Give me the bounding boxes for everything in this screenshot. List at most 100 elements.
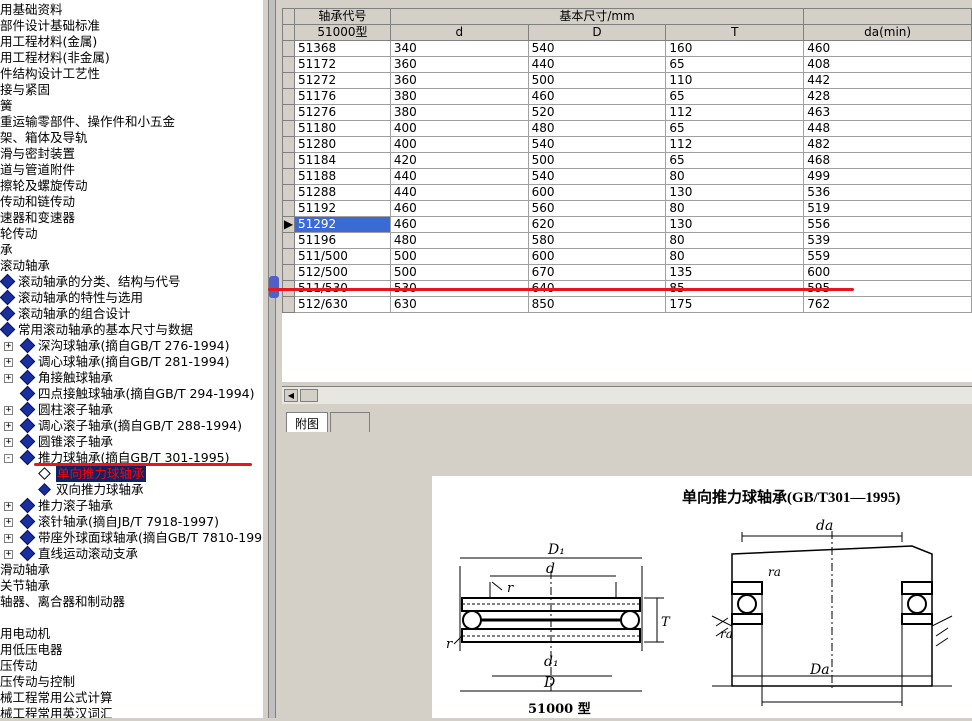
expand-icon[interactable]: + [4,550,13,559]
table-cell[interactable]: 460 [389,216,529,233]
table-cell[interactable]: 51172 [293,56,391,73]
table-cell[interactable]: 51368 [293,40,391,57]
table-cell[interactable]: 762 [803,296,972,313]
table-row[interactable]: 51288 440 600 130 536 [282,184,972,201]
table-row[interactable]: 51176 380 460 65 428 [282,88,972,105]
table-cell[interactable]: 340 [389,40,529,57]
tab-figure[interactable]: 附图 [286,412,329,432]
table-row[interactable]: 512/630 630 850 175 762 [282,296,972,313]
table-cell[interactable]: 600 [527,184,667,201]
table-cell[interactable]: 112 [665,136,805,153]
tab-blank[interactable] [330,412,370,432]
current-row-arrow-icon[interactable]: ▶ [282,216,295,233]
table-cell[interactable]: 460 [803,40,972,57]
table-cell[interactable]: 135 [665,264,805,281]
table-cell[interactable]: 560 [527,200,667,217]
row-indicator[interactable] [282,232,295,249]
table-cell[interactable]: 670 [527,264,667,281]
table-row[interactable]: 51196 480 580 80 539 [282,232,972,249]
expand-icon[interactable]: + [4,406,13,415]
table-cell[interactable]: 630 [389,296,529,313]
table-cell[interactable]: 600 [803,264,972,281]
splitter-handle-icon[interactable] [269,276,279,298]
expand-icon[interactable]: + [4,534,13,543]
table-cell[interactable]: 440 [389,184,529,201]
table-row[interactable]: ▶ 51292 460 620 130 556 [282,216,972,233]
table-cell[interactable]: 51276 [293,104,391,121]
row-indicator[interactable] [282,152,295,169]
table-cell[interactable]: 380 [389,88,529,105]
table-cell[interactable]: 482 [803,136,972,153]
header-T[interactable]: T [665,24,805,41]
table-row[interactable]: 511/500 500 600 80 559 [282,248,972,265]
row-indicator[interactable] [282,56,295,73]
table-cell[interactable]: 460 [527,88,667,105]
table-cell[interactable]: 420 [389,152,529,169]
table-cell[interactable]: 51188 [293,168,391,185]
scroll-left-icon[interactable]: ◀ [284,389,298,402]
table-row[interactable]: 51184 420 500 65 468 [282,152,972,169]
table-cell[interactable]: 51280 [293,136,391,153]
table-cell[interactable]: 580 [527,232,667,249]
table-cell[interactable]: 442 [803,72,972,89]
table-cell[interactable]: 360 [389,72,529,89]
table-cell[interactable]: 448 [803,120,972,137]
table-cell[interactable]: 850 [527,296,667,313]
table-cell[interactable]: 400 [389,120,529,137]
table-cell[interactable]: 519 [803,200,972,217]
table-cell[interactable]: 540 [527,168,667,185]
row-indicator[interactable] [282,168,295,185]
table-row[interactable]: 51272 360 500 110 442 [282,72,972,89]
table-cell[interactable]: 428 [803,88,972,105]
table-cell[interactable]: 175 [665,296,805,313]
table-cell[interactable]: 408 [803,56,972,73]
table-cell[interactable]: 536 [803,184,972,201]
row-indicator[interactable] [282,88,295,105]
table-cell[interactable]: 539 [803,232,972,249]
table-cell[interactable]: 80 [665,248,805,265]
table-row[interactable]: 512/500 500 670 135 600 [282,264,972,281]
table-cell[interactable]: 65 [665,88,805,105]
expand-icon[interactable]: + [4,374,13,383]
table-cell[interactable]: 51272 [293,72,391,89]
table-cell[interactable]: 440 [527,56,667,73]
expand-icon[interactable]: + [4,342,13,351]
table-cell[interactable]: 500 [389,248,529,265]
table-cell[interactable]: 511/500 [293,248,391,265]
header-da-min[interactable]: da(min) [803,24,972,41]
table-row[interactable]: 51280 400 540 112 482 [282,136,972,153]
row-indicator[interactable] [282,248,295,265]
table-row[interactable]: 51368 340 540 160 460 [282,40,972,57]
table-cell[interactable]: 480 [527,120,667,137]
table-cell[interactable]: 51180 [293,120,391,137]
expand-icon[interactable]: + [4,518,13,527]
row-indicator[interactable] [282,296,295,313]
table-cell[interactable]: 559 [803,248,972,265]
header-basic-dimensions[interactable]: 基本尺寸/mm [389,8,805,25]
pane-splitter[interactable] [262,0,282,718]
splitter-bar[interactable] [268,0,276,718]
table-cell[interactable]: 51192 [293,200,391,217]
dimension-table[interactable]: 轴承代号 基本尺寸/mm 51000型 d D T da(min) 51368 3… [282,8,972,382]
table-cell[interactable]: 130 [665,216,805,233]
table-cell[interactable]: 512/630 [293,296,391,313]
table-cell[interactable]: 380 [389,104,529,121]
expand-icon[interactable]: + [4,422,13,431]
header-D[interactable]: D [527,24,667,41]
table-cell[interactable]: 463 [803,104,972,121]
row-indicator[interactable] [282,184,295,201]
table-cell[interactable]: 512/500 [293,264,391,281]
table-cell[interactable]: 112 [665,104,805,121]
row-indicator[interactable] [282,104,295,121]
table-cell[interactable]: 360 [389,56,529,73]
table-cell[interactable]: 65 [665,56,805,73]
row-indicator[interactable] [282,120,295,137]
horizontal-scrollbar[interactable]: ◀ [282,386,972,404]
table-cell[interactable]: 499 [803,168,972,185]
table-cell[interactable]: 400 [389,136,529,153]
row-indicator[interactable] [282,264,295,281]
table-row[interactable]: 51172 360 440 65 408 [282,56,972,73]
table-cell[interactable]: 51196 [293,232,391,249]
expand-icon[interactable]: + [4,358,13,367]
category-tree[interactable]: 用基础资料 部件设计基础标准 用工程材料(金属) 用工程材料(非金属) 件结构设计工艺性… [0,0,262,718]
